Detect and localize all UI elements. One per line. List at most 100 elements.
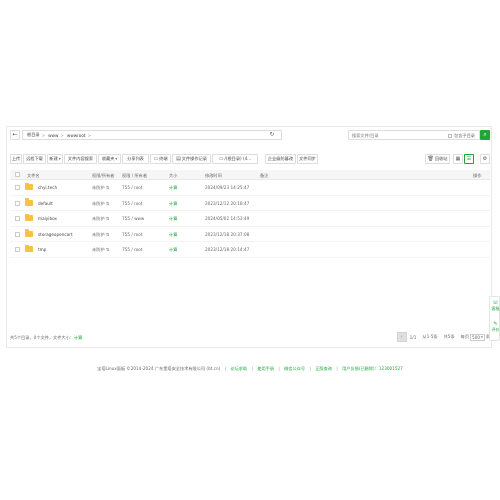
- folder-icon: [25, 213, 33, 221]
- summary-text: 共5个目录，0个文件，文件大小：: [10, 335, 74, 340]
- size-calc-link[interactable]: 计算: [169, 201, 177, 207]
- search-input[interactable]: [352, 132, 442, 138]
- path-breadcrumb[interactable]: 根目录 > www > wwwroot >: [22, 130, 282, 140]
- permission-owner[interactable]: 755 / root: [122, 247, 142, 252]
- recycle-bin-label: 回收站: [434, 156, 448, 161]
- review-label: 评价: [491, 327, 500, 332]
- footer-link-wechat[interactable]: 微信公众号: [284, 366, 305, 371]
- upload-button[interactable]: 上传: [10, 154, 22, 164]
- toolbar: 上传 远程下载 新建 ▾ 文件内容搜索 收藏夹 ▾ 分享列表 ▭ 终端 ▤ 文件操作记录…: [10, 154, 490, 164]
- permission-owner[interactable]: 755 / www: [122, 216, 144, 221]
- terminal-button[interactable]: ▭ 终端: [150, 154, 171, 164]
- col-size[interactable]: 大小: [169, 173, 177, 179]
- operation-log-button[interactable]: ▤ 文件操作记录: [172, 154, 211, 164]
- recycle-bin-button[interactable]: 🗑 回收站: [425, 154, 450, 164]
- per-page-label: 每页: [460, 334, 470, 339]
- enterprise-backup-button[interactable]: 企业级防篡改: [265, 154, 296, 164]
- file-sync-button[interactable]: 文件同步: [297, 154, 318, 164]
- address-bar-row: ← 根目录 > www > wwwroot > ↻ 包含子目录 ⌕: [10, 130, 490, 140]
- file-name[interactable]: chyi.tech: [38, 185, 57, 190]
- favorites-label: 收藏夹: [101, 156, 115, 161]
- chevron-down-icon: ▾: [481, 335, 483, 339]
- file-name[interactable]: storageopencart: [38, 232, 73, 237]
- content-search-button[interactable]: 文件内容搜索: [64, 154, 97, 164]
- table-footer: 共5个目录，0个文件，文件大小：计算 ‹ 1/1 从1-5条 共5条 每页 50…: [10, 332, 490, 342]
- file-manager-page: ← 根目录 > www > wwwroot > ↻ 包含子目录 ⌕ 上传: [0, 0, 500, 500]
- crumb-separator: >: [60, 132, 64, 138]
- file-name[interactable]: default: [38, 201, 53, 206]
- row-checkbox[interactable]: [15, 200, 20, 206]
- table-row[interactable]: default 未防护 ⇅ 755 / root 计算 2023/12/12 2…: [10, 196, 490, 211]
- size-calc-link[interactable]: 计算: [169, 232, 177, 238]
- favorites-button[interactable]: 收藏夹 ▾: [98, 154, 121, 164]
- col-permission: 权限 / 所有者: [122, 173, 148, 178]
- protect-status: 未防护 ⇅: [92, 200, 110, 206]
- disk-icon: ▭: [218, 156, 224, 162]
- refresh-button[interactable]: ↻: [268, 131, 276, 139]
- footer-link-feedback[interactable]: 用户反馈(已删除)：123001527: [342, 366, 403, 371]
- permission-owner[interactable]: 755 / root: [122, 232, 142, 237]
- side-float-widget: ☏ 客服 ✎ 评价: [489, 296, 500, 341]
- folder-icon: [25, 182, 33, 190]
- subdir-option[interactable]: 包含子目录: [448, 133, 475, 139]
- chevron-down-icon: ▾: [115, 157, 118, 161]
- row-checkbox[interactable]: [15, 231, 20, 237]
- copyright-text: 宝塔Linux面板 ©2014-2024 广东堡塔安全技术有限公司 (bt.cn…: [97, 366, 221, 371]
- grid-view-button[interactable]: ▦: [453, 154, 463, 164]
- footer-separator: |: [224, 366, 227, 371]
- table-row[interactable]: storageopencart 未防护 ⇅ 755 / root 计算 2023…: [10, 227, 490, 242]
- settings-button[interactable]: ⚙: [480, 154, 490, 164]
- col-mtime[interactable]: 修改时间: [205, 173, 222, 179]
- terminal-icon: ▭: [153, 156, 159, 162]
- table-row[interactable]: tmp 未防护 ⇅ 755 / root 计算 2023/12/18 20:14…: [10, 242, 490, 258]
- modified-time: 2024/09/23 14:25:47: [205, 185, 250, 190]
- footer-link-forum[interactable]: 论坛求助: [230, 366, 247, 371]
- per-page-select[interactable]: 500 ▾: [470, 333, 485, 341]
- crumb-root[interactable]: 根目录: [27, 132, 40, 138]
- remote-download-label: 远程下载: [26, 156, 43, 161]
- search-button[interactable]: ⌕: [480, 130, 490, 140]
- file-name[interactable]: maiyibox: [38, 216, 57, 221]
- crumb-wwwroot[interactable]: wwwroot: [67, 133, 86, 138]
- footer-link-verify[interactable]: 正版查询: [315, 366, 332, 371]
- file-sync-label: 文件同步: [299, 156, 316, 161]
- trash-icon: 🗑: [427, 156, 434, 162]
- upload-label: 上传: [11, 156, 21, 161]
- review-button[interactable]: ✎ 评价: [490, 321, 500, 332]
- select-all-checkbox[interactable]: [15, 172, 20, 177]
- grid-icon: ▦: [455, 155, 461, 162]
- row-checkbox[interactable]: [15, 247, 20, 252]
- table-row[interactable]: chyi.tech 未防护 ⇅ 755 / root 计算 2024/09/23…: [10, 180, 490, 196]
- directory-summary: 共5个目录，0个文件，文件大小：计算: [10, 335, 82, 341]
- disk-select-button[interactable]: ▭/(根目录) (4...: [212, 154, 258, 164]
- log-icon: ▤: [176, 156, 181, 162]
- crumb-www[interactable]: www: [48, 133, 58, 138]
- protect-status: 未防护 ⇅: [92, 231, 110, 237]
- summary-calc-link[interactable]: 计算: [74, 335, 82, 340]
- prev-page-button[interactable]: ‹: [396, 332, 407, 342]
- size-calc-link[interactable]: 计算: [169, 185, 177, 191]
- terminal-label: 终端: [159, 156, 168, 161]
- new-dropdown-button[interactable]: 新建 ▾: [47, 154, 63, 164]
- footer-separator: |: [309, 366, 311, 371]
- col-protect: 权限/所有者: [92, 173, 115, 178]
- modified-time: 2024/05/02 14:53:49: [205, 216, 250, 221]
- size-calc-link[interactable]: 计算: [169, 216, 177, 222]
- permission-owner[interactable]: 755 / root: [122, 185, 142, 190]
- subdir-checkbox[interactable]: [448, 134, 453, 138]
- permission-owner[interactable]: 755 / root: [122, 201, 142, 206]
- back-button[interactable]: ←: [10, 130, 20, 140]
- footer-link-manual[interactable]: 使用手册: [257, 366, 274, 371]
- col-filename[interactable]: 文件名: [27, 173, 40, 179]
- share-list-button[interactable]: 分享列表: [122, 154, 149, 164]
- size-calc-link[interactable]: 计算: [169, 247, 177, 253]
- row-checkbox[interactable]: [15, 185, 20, 190]
- customer-service-button[interactable]: ☏ 客服: [490, 300, 500, 311]
- remote-download-button[interactable]: 远程下载: [23, 154, 46, 164]
- list-view-button[interactable]: ☰: [464, 154, 474, 164]
- table-row[interactable]: maiyibox 未防护 ⇅ 755 / www 计算 2024/05/02 1…: [10, 211, 490, 227]
- file-name[interactable]: tmp: [38, 247, 46, 252]
- page-total: 共5条: [443, 334, 455, 339]
- footer-separator: |: [336, 366, 338, 371]
- row-checkbox[interactable]: [15, 216, 20, 221]
